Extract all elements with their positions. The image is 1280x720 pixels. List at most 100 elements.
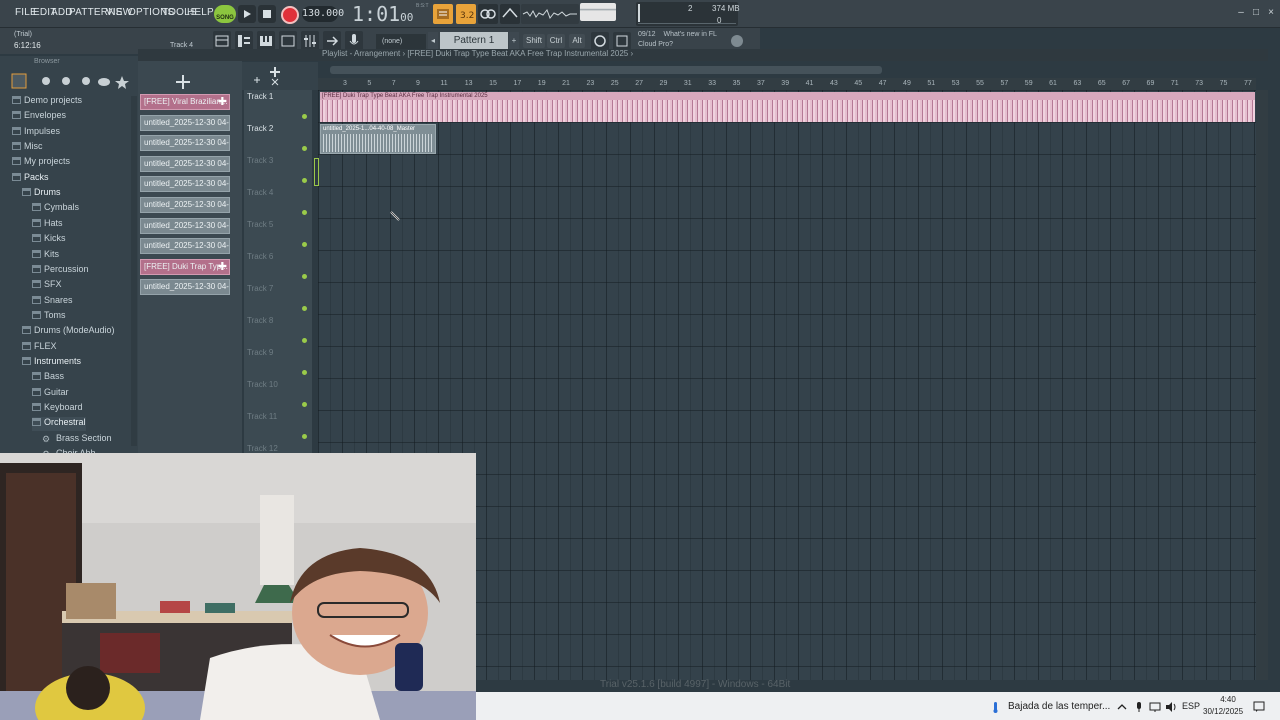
snap-select[interactable]: (none): [376, 34, 426, 49]
clip-options-icon[interactable]: ✚: [218, 260, 227, 274]
track-mute-led[interactable]: [302, 178, 307, 183]
browser-item[interactable]: Snares: [32, 295, 73, 309]
weather-text[interactable]: Bajada de las temper...: [1008, 701, 1110, 712]
track-name[interactable]: Track 11: [247, 412, 277, 421]
track-mute-led[interactable]: [302, 114, 307, 119]
browser-item[interactable]: Toms: [32, 310, 66, 324]
browser-item[interactable]: Percussion: [32, 264, 89, 278]
track-name[interactable]: Track 6: [247, 252, 273, 261]
picker-clip[interactable]: [FREE] Duki Trap Typ... ✚: [140, 258, 230, 275]
browser-item[interactable]: Impulses: [12, 126, 60, 140]
track-mute-led[interactable]: [302, 210, 307, 215]
picker-clip[interactable]: untitled_2025-12-30 04-...: [140, 176, 230, 193]
track-name[interactable]: Track 7: [247, 284, 273, 293]
microphone-tray-icon[interactable]: [1133, 700, 1145, 712]
browser-item[interactable]: Cymbals: [32, 202, 79, 216]
language-indicator[interactable]: ESP: [1182, 701, 1200, 711]
browser-scrollbar[interactable]: [131, 96, 137, 446]
clip-options-icon[interactable]: ✚: [218, 95, 227, 109]
picker-clip[interactable]: untitled_2025-12-30 04-...: [140, 238, 230, 255]
news-panel[interactable]: 09/12 What's new in FL Cloud Pro?: [638, 30, 717, 50]
record-icon[interactable]: [280, 5, 299, 24]
picker-clip[interactable]: untitled_2025-12-30 04-...: [140, 217, 230, 234]
track-name[interactable]: Track 8: [247, 316, 273, 325]
clock-date[interactable]: 30/12/2025: [1203, 707, 1243, 716]
play-icon[interactable]: [238, 5, 256, 23]
browser-item[interactable]: FLEX: [22, 341, 57, 355]
metronome-icon[interactable]: [433, 4, 453, 24]
track-name[interactable]: Track 2: [247, 124, 273, 133]
weather-icon[interactable]: [990, 700, 1002, 713]
arrow-right-icon[interactable]: [323, 31, 341, 51]
close-icon[interactable]: ×: [1266, 8, 1276, 18]
track-name[interactable]: Track 9: [247, 348, 273, 357]
browser-item[interactable]: Kicks: [32, 233, 66, 247]
browser-item[interactable]: Bass: [32, 371, 64, 385]
browser-item[interactable]: Drums (ModeAudio): [22, 325, 115, 339]
browser-item[interactable]: Keyboard: [32, 402, 83, 416]
online-news-icon[interactable]: [731, 35, 743, 47]
track-name[interactable]: Track 5: [247, 220, 273, 229]
browser-item[interactable]: Kits: [32, 249, 59, 263]
track-mute-led[interactable]: [302, 370, 307, 375]
browser-item[interactable]: My projects: [12, 156, 70, 170]
chevron-up-icon[interactable]: [1116, 700, 1128, 712]
browser-item[interactable]: SFX: [32, 279, 62, 293]
tempo-display[interactable]: 130.000: [302, 6, 344, 22]
browser-item[interactable]: Envelopes: [12, 110, 66, 124]
browser-item[interactable]: Misc: [12, 141, 43, 155]
browser-item[interactable]: Hats: [32, 218, 63, 232]
horizontal-scrollbar[interactable]: [330, 66, 882, 74]
piano-roll-icon[interactable]: [257, 31, 275, 51]
channel-rack-icon[interactable]: [235, 31, 253, 51]
picker-clip[interactable]: [FREE] Viral Brazilian... ✚: [140, 94, 230, 110]
stop-icon[interactable]: [258, 5, 276, 23]
vertical-scrollbar[interactable]: [1256, 90, 1268, 680]
picker-clip[interactable]: untitled_2025-12-30 04-...: [140, 114, 230, 131]
ctrl-button[interactable]: Ctrl: [547, 34, 565, 48]
track-mute-led[interactable]: [302, 306, 307, 311]
pattern-selector[interactable]: Pattern 1: [440, 32, 508, 50]
playlist-view-icon[interactable]: [213, 31, 231, 51]
picker-clip[interactable]: untitled_2025-12-30 04-...: [140, 135, 230, 152]
track-name[interactable]: Track 1: [247, 92, 273, 101]
pattern-prev-button[interactable]: ◂: [428, 32, 438, 50]
track-mute-led[interactable]: [302, 402, 307, 407]
wrench-icon[interactable]: [591, 32, 609, 50]
track-name[interactable]: Track 4: [247, 188, 273, 197]
picker-clip[interactable]: untitled_2025-12-30 04-...: [140, 279, 230, 296]
volume-icon[interactable]: [1165, 700, 1177, 712]
track-mute-led[interactable]: [302, 338, 307, 343]
track-mute-led[interactable]: [302, 242, 307, 247]
track-mute-led[interactable]: [302, 146, 307, 151]
wait-for-input-icon[interactable]: [478, 4, 498, 24]
shift-button[interactable]: Shift: [523, 34, 545, 48]
picker-clip[interactable]: untitled_2025-12-30 04-...: [140, 155, 230, 172]
track-name[interactable]: Track 3: [247, 156, 273, 165]
notifications-icon[interactable]: [1253, 700, 1265, 712]
sequencer-icon[interactable]: [613, 32, 631, 50]
browser-item[interactable]: Orchestral: [32, 417, 86, 432]
browser-item[interactable]: Drums: [22, 187, 61, 201]
track-name[interactable]: Track 12: [247, 444, 278, 453]
song-mode-toggle[interactable]: SONG: [214, 5, 236, 23]
browser-item[interactable]: Instruments: [22, 356, 81, 370]
countdown-icon[interactable]: 3.2: [456, 4, 476, 24]
browser-toggle-icon[interactable]: [279, 31, 297, 51]
microphone-icon[interactable]: [345, 31, 363, 51]
master-volume-meter[interactable]: [580, 3, 616, 21]
minimize-icon[interactable]: –: [1236, 8, 1246, 18]
track-name[interactable]: Track 10: [247, 380, 278, 389]
audio-clip[interactable]: [FREE] Duki Trap Type Beat AKA Free Trap…: [320, 92, 1255, 122]
browser-item[interactable]: Guitar: [32, 387, 69, 401]
track-mute-led[interactable]: [302, 434, 307, 439]
mixer-icon[interactable]: [301, 31, 319, 51]
pattern-add-button[interactable]: +: [509, 32, 519, 50]
track-mute-led[interactable]: [302, 274, 307, 279]
alt-button[interactable]: Alt: [569, 34, 585, 48]
blend-notes-icon[interactable]: [500, 4, 520, 24]
audio-clip[interactable]: untitled_2025-1...04-40-08_Master: [320, 124, 436, 154]
browser-item[interactable]: ⚙ Brass Section: [42, 433, 112, 447]
maximize-icon[interactable]: □: [1251, 8, 1261, 18]
network-icon[interactable]: [1149, 700, 1161, 712]
